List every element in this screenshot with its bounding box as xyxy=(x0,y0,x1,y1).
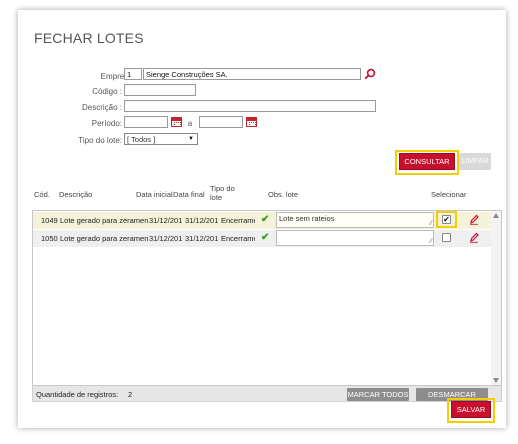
row-data-final: 31/12/201 xyxy=(185,216,218,225)
record-count-value: 2 xyxy=(128,390,133,399)
resize-grip-icon[interactable]: ⁄⁄ xyxy=(430,239,432,245)
row-cod: 1049 xyxy=(41,216,58,225)
descricao-label: Descrição : xyxy=(81,103,122,112)
descricao-field[interactable] xyxy=(124,100,376,112)
calendar-icon[interactable] xyxy=(171,117,182,127)
grid-scrollbar[interactable] xyxy=(491,211,501,385)
row-data-inicial: 31/12/201 xyxy=(149,234,182,243)
codigo-label: Código : xyxy=(92,87,122,96)
check-icon: ✔ xyxy=(261,214,270,225)
row-descricao: Lote gerado para zeramento xyxy=(60,234,148,243)
table-row[interactable]: 1049 Lote gerado para zeramento 31/12/20… xyxy=(33,211,491,229)
col-selecionar[interactable]: Selecionar xyxy=(431,190,466,199)
col-data-final[interactable]: Data final xyxy=(173,190,205,199)
grid-footer: Quantidade de registros: 2 MARCAR TODOS … xyxy=(32,386,502,412)
row-tipo: Encerrame xyxy=(221,234,255,243)
select-checkbox[interactable]: ✔ xyxy=(442,215,451,224)
periodo-start-field[interactable] xyxy=(124,116,168,128)
fechar-lotes-window: FECHAR LOTES Empresa*: 1 Sienge Construç… xyxy=(18,10,506,428)
scroll-up-icon[interactable] xyxy=(493,213,499,218)
page-title: FECHAR LOTES xyxy=(34,30,144,46)
periodo-label: Período: xyxy=(91,119,122,128)
row-descricao: Lote gerado para zeramento xyxy=(60,216,148,225)
table-row[interactable]: 1050 Lote gerado para zeramento 31/12/20… xyxy=(33,230,491,247)
lotes-grid: 1049 Lote gerado para zeramento 31/12/20… xyxy=(32,210,502,386)
periodo-end-field[interactable] xyxy=(199,116,243,128)
col-cod[interactable]: Cód. xyxy=(34,190,50,199)
record-count-label: Quantidade de registros: xyxy=(36,390,119,399)
codigo-field[interactable] xyxy=(124,84,196,96)
obs-lote-textarea[interactable]: ⁄⁄ xyxy=(276,230,434,246)
empresa-code-field[interactable]: 1 xyxy=(124,68,142,80)
consultar-button[interactable]: CONSULTAR xyxy=(399,153,455,170)
col-tipo-lote-line1[interactable]: Tipo do xyxy=(210,184,235,193)
col-data-inicial[interactable]: Data inicial xyxy=(136,190,173,199)
chevron-down-icon: ▼ xyxy=(188,136,194,142)
check-icon: ✔ xyxy=(261,232,270,243)
row-data-final: 31/12/201 xyxy=(185,234,218,243)
row-tipo: Encerrame xyxy=(221,216,255,225)
tipo-lote-select[interactable]: [ Todos ] ▼ xyxy=(124,133,198,145)
pencil-icon[interactable] xyxy=(469,232,479,243)
row-obs: Lote sem rateios xyxy=(279,214,335,223)
calendar-icon[interactable] xyxy=(246,117,257,127)
obs-lote-textarea[interactable]: Lote sem rateios ⁄⁄ xyxy=(276,212,434,228)
empresa-name-field[interactable]: Sienge Construções SA. xyxy=(143,68,361,80)
col-obs-lote[interactable]: Obs. lote xyxy=(268,190,298,199)
scroll-down-icon[interactable] xyxy=(493,378,499,383)
limpar-button[interactable]: LIMPAR xyxy=(459,153,491,170)
col-descricao[interactable]: Descrição xyxy=(59,190,92,199)
salvar-button[interactable]: SALVAR xyxy=(451,401,491,418)
tipo-lote-value: [ Todos ] xyxy=(127,135,156,144)
tipo-lote-label: Tipo do lote: xyxy=(78,136,122,145)
resize-grip-icon[interactable]: ⁄⁄ xyxy=(430,221,432,227)
select-checkbox[interactable] xyxy=(442,233,451,242)
row-data-inicial: 31/12/201 xyxy=(149,216,182,225)
pencil-icon[interactable] xyxy=(469,214,479,225)
marcar-todos-button[interactable]: MARCAR TODOS xyxy=(347,388,409,401)
periodo-separator: a xyxy=(187,119,193,128)
col-tipo-lote-line2: lote xyxy=(210,193,223,202)
row-cod: 1050 xyxy=(41,234,58,243)
search-icon[interactable] xyxy=(364,68,376,80)
